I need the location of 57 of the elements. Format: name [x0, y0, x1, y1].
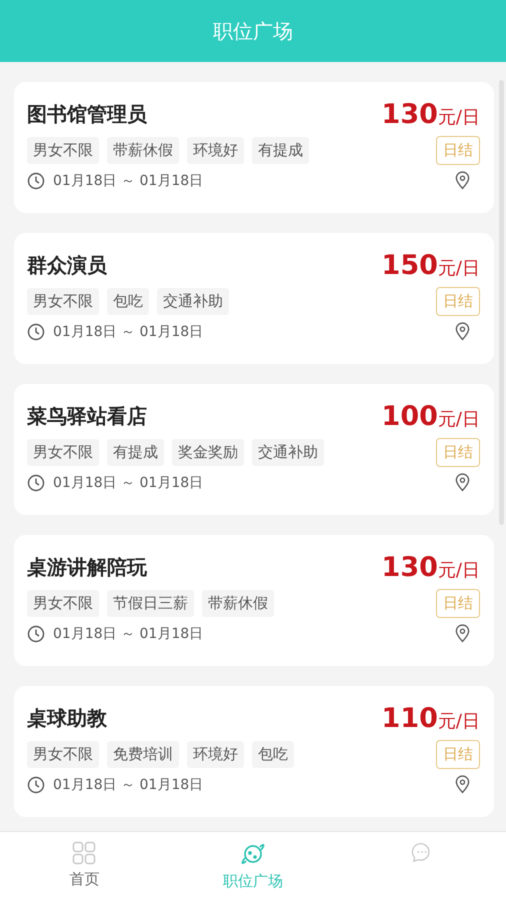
job-title: 图书馆管理员 [27, 101, 147, 128]
location-pin-icon [455, 322, 470, 341]
job-tag: 奖金奖励 [172, 439, 244, 466]
settlement-badge: 日结 [436, 589, 480, 618]
job-tag: 交通补助 [157, 288, 229, 315]
job-salary: 150元/日 [382, 250, 480, 280]
location-pin-icon [455, 624, 470, 643]
work-dates: 01月18日 ～ 01月18日 [53, 172, 204, 190]
job-tag: 有提成 [252, 137, 309, 164]
grid-icon [72, 841, 96, 865]
clock-icon [27, 474, 45, 492]
job-tag: 带薪休假 [202, 590, 274, 617]
job-card[interactable]: 桌游讲解陪玩 130元/日 男女不限 节假日三薪 带薪休假 日结 01月18日 ～ 01月18日 [14, 535, 494, 666]
job-salary: 110元/日 [382, 702, 480, 734]
job-card[interactable]: 桌球助教 110元/日 男女不限 免费培训 环境好 包吃 日结 01月18日 ～ 01月18日 [14, 686, 494, 817]
job-tag: 免费培训 [107, 741, 179, 768]
job-tag: 节假日三薪 [107, 590, 194, 617]
job-tag: 包吃 [252, 741, 294, 768]
location-pin-icon [455, 171, 470, 190]
work-dates: 01月18日 ～ 01月18日 [53, 322, 204, 340]
job-title: 桌球助教 [27, 705, 107, 732]
job-tag: 男女不限 [27, 590, 99, 617]
job-card[interactable]: 群众演员 150元/日 男女不限 包吃 交通补助 日结 01月18日 ～ 01月18日 [14, 233, 494, 364]
job-title: 桌游讲解陪玩 [27, 554, 147, 581]
job-tag: 交通补助 [252, 439, 324, 466]
location-pin-icon [455, 775, 470, 794]
settlement-badge: 日结 [436, 438, 480, 467]
tab-item[interactable]: 首页 [0, 832, 169, 900]
work-dates: 01月18日 ～ 01月18日 [53, 776, 204, 794]
work-dates: 01月18日 ～ 01月18日 [53, 624, 204, 642]
job-tag: 男女不限 [27, 741, 99, 768]
page-title: 职位广场 [213, 18, 293, 44]
job-tag: 男女不限 [27, 439, 99, 466]
planet-icon [240, 841, 266, 867]
job-title: 菜鸟驿站看店 [27, 403, 147, 430]
job-tag: 男女不限 [27, 137, 99, 164]
clock-icon [27, 322, 45, 340]
job-salary: 100元/日 [382, 400, 480, 432]
job-title: 群众演员 [27, 252, 107, 279]
job-tag: 环境好 [187, 741, 244, 768]
work-dates: 01月18日 ～ 01月18日 [53, 474, 204, 492]
clock-icon [27, 776, 45, 794]
job-tag: 男女不限 [27, 288, 99, 315]
clock-icon [27, 172, 45, 190]
settlement-badge: 日结 [436, 740, 480, 769]
job-card[interactable]: 图书馆管理员 130元/日 男女不限 带薪休假 环境好 有提成 日结 01月18日 ～ 01月18日 [14, 82, 494, 213]
job-tag: 有提成 [107, 439, 164, 466]
job-salary: 130元/日 [382, 552, 480, 582]
job-tag: 包吃 [107, 288, 149, 315]
settlement-badge: 日结 [436, 136, 480, 165]
settlement-badge: 日结 [436, 287, 480, 316]
job-tag: 带薪休假 [107, 137, 179, 164]
location-pin-icon [455, 473, 470, 492]
job-tag: 环境好 [187, 137, 244, 164]
job-salary: 130元/日 [382, 98, 480, 130]
job-card[interactable]: 菜鸟驿站看店 100元/日 男女不限 有提成 奖金奖励 交通补助 日结 01月18日 ～ 01月18日 [14, 384, 494, 515]
clock-icon [27, 624, 45, 642]
